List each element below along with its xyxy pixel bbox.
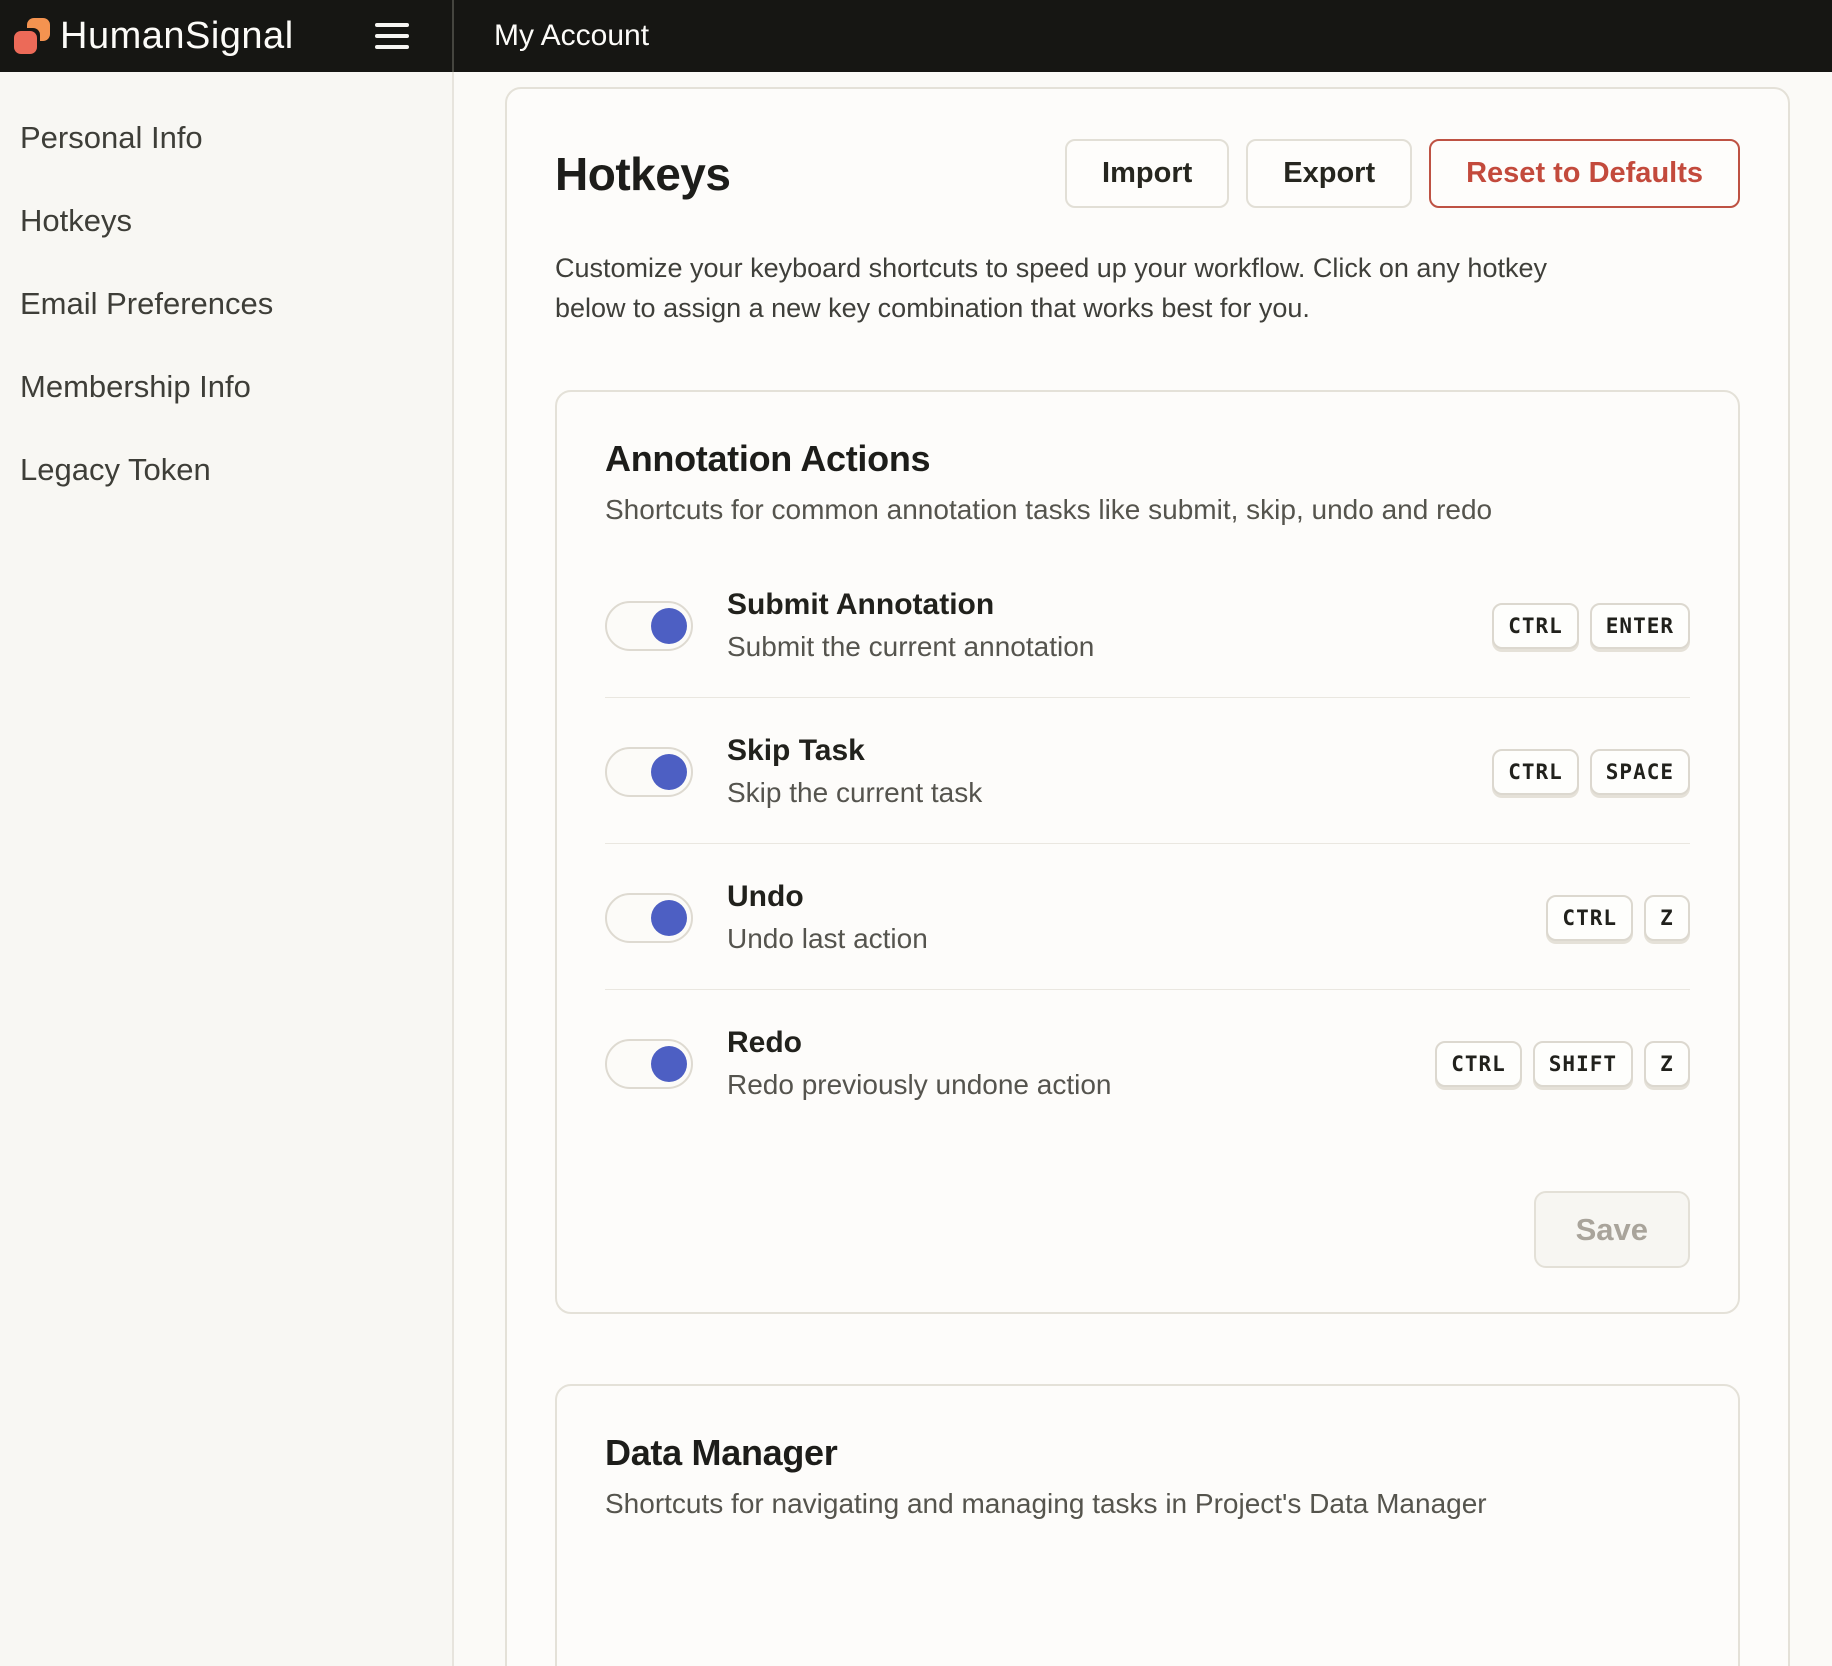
key-z[interactable]: Z: [1644, 1041, 1690, 1087]
brand-name: HumanSignal: [60, 17, 294, 55]
hotkey-row-skip-task: Skip Task Skip the current task CTRL SPA…: [605, 698, 1690, 844]
data-manager-card: Data Manager Shortcuts for navigating an…: [555, 1384, 1740, 1666]
row-subtitle: Undo last action: [727, 923, 1546, 955]
toggle-knob: [651, 1046, 687, 1082]
toggle-knob: [651, 754, 687, 790]
key-ctrl[interactable]: CTRL: [1435, 1041, 1522, 1087]
data-manager-subtitle: Shortcuts for navigating and managing ta…: [605, 1488, 1690, 1520]
toggle-redo[interactable]: [605, 1039, 693, 1089]
row-text: Redo Redo previously undone action: [727, 1026, 1435, 1101]
page-title: My Account: [494, 19, 649, 53]
key-space[interactable]: SPACE: [1590, 749, 1690, 795]
row-text: Undo Undo last action: [727, 880, 1546, 955]
row-title: Skip Task: [727, 734, 1492, 768]
hotkey-combo: CTRL Z: [1546, 895, 1690, 941]
annotation-actions-card: Annotation Actions Shortcuts for common …: [555, 390, 1740, 1314]
sidebar-item-legacy-token[interactable]: Legacy Token: [0, 428, 452, 511]
topbar: HumanSignal My Account: [0, 0, 1832, 72]
sidebar-item-membership-info[interactable]: Membership Info: [0, 345, 452, 428]
annotation-actions-title: Annotation Actions: [605, 438, 1690, 480]
main-content: Hotkeys Import Export Reset to Defaults …: [456, 72, 1832, 1666]
row-subtitle: Redo previously undone action: [727, 1069, 1435, 1101]
hotkey-combo: CTRL SPACE: [1492, 749, 1690, 795]
export-button[interactable]: Export: [1246, 139, 1412, 208]
hotkey-rows: Submit Annotation Submit the current ann…: [605, 552, 1690, 1135]
hotkey-row-undo: Undo Undo last action CTRL Z: [605, 844, 1690, 990]
key-shift[interactable]: SHIFT: [1533, 1041, 1633, 1087]
annotation-actions-subtitle: Shortcuts for common annotation tasks li…: [605, 494, 1690, 526]
key-ctrl[interactable]: CTRL: [1492, 603, 1579, 649]
row-subtitle: Submit the current annotation: [727, 631, 1492, 663]
hotkey-combo: CTRL SHIFT Z: [1435, 1041, 1690, 1087]
key-ctrl[interactable]: CTRL: [1492, 749, 1579, 795]
topbar-brand-area: HumanSignal: [0, 0, 454, 72]
hotkey-row-submit-annotation: Submit Annotation Submit the current ann…: [605, 552, 1690, 698]
hotkeys-description: Customize your keyboard shortcuts to spe…: [555, 248, 1565, 328]
hotkeys-panel: Hotkeys Import Export Reset to Defaults …: [505, 87, 1790, 1666]
sidebar-item-personal-info[interactable]: Personal Info: [0, 96, 452, 179]
logo-square-coral: [14, 31, 37, 54]
import-button[interactable]: Import: [1065, 139, 1229, 208]
hotkeys-header: Hotkeys Import Export Reset to Defaults: [555, 139, 1740, 208]
key-ctrl[interactable]: CTRL: [1546, 895, 1633, 941]
row-title: Submit Annotation: [727, 588, 1492, 622]
toggle-knob: [651, 900, 687, 936]
humansignal-logo[interactable]: HumanSignal: [14, 17, 294, 55]
header-actions: Import Export Reset to Defaults: [1065, 139, 1740, 208]
sidebar: Personal Info Hotkeys Email Preferences …: [0, 72, 454, 1666]
toggle-knob: [651, 608, 687, 644]
toggle-undo[interactable]: [605, 893, 693, 943]
humansignal-logo-icon: [14, 18, 50, 54]
sidebar-item-email-preferences[interactable]: Email Preferences: [0, 262, 452, 345]
row-subtitle: Skip the current task: [727, 777, 1492, 809]
row-title: Undo: [727, 880, 1546, 914]
hamburger-menu-icon[interactable]: [375, 19, 409, 53]
toggle-skip-task[interactable]: [605, 747, 693, 797]
hotkeys-title: Hotkeys: [555, 147, 1065, 201]
hotkey-combo: CTRL ENTER: [1492, 603, 1690, 649]
save-area: Save: [605, 1191, 1690, 1268]
hotkey-row-redo: Redo Redo previously undone action CTRL …: [605, 990, 1690, 1135]
row-text: Submit Annotation Submit the current ann…: [727, 588, 1492, 663]
key-enter[interactable]: ENTER: [1590, 603, 1690, 649]
key-z[interactable]: Z: [1644, 895, 1690, 941]
sidebar-item-hotkeys[interactable]: Hotkeys: [0, 179, 452, 262]
row-text: Skip Task Skip the current task: [727, 734, 1492, 809]
data-manager-title: Data Manager: [605, 1432, 1690, 1474]
toggle-submit-annotation[interactable]: [605, 601, 693, 651]
row-title: Redo: [727, 1026, 1435, 1060]
reset-to-defaults-button[interactable]: Reset to Defaults: [1429, 139, 1740, 208]
save-button[interactable]: Save: [1534, 1191, 1690, 1268]
